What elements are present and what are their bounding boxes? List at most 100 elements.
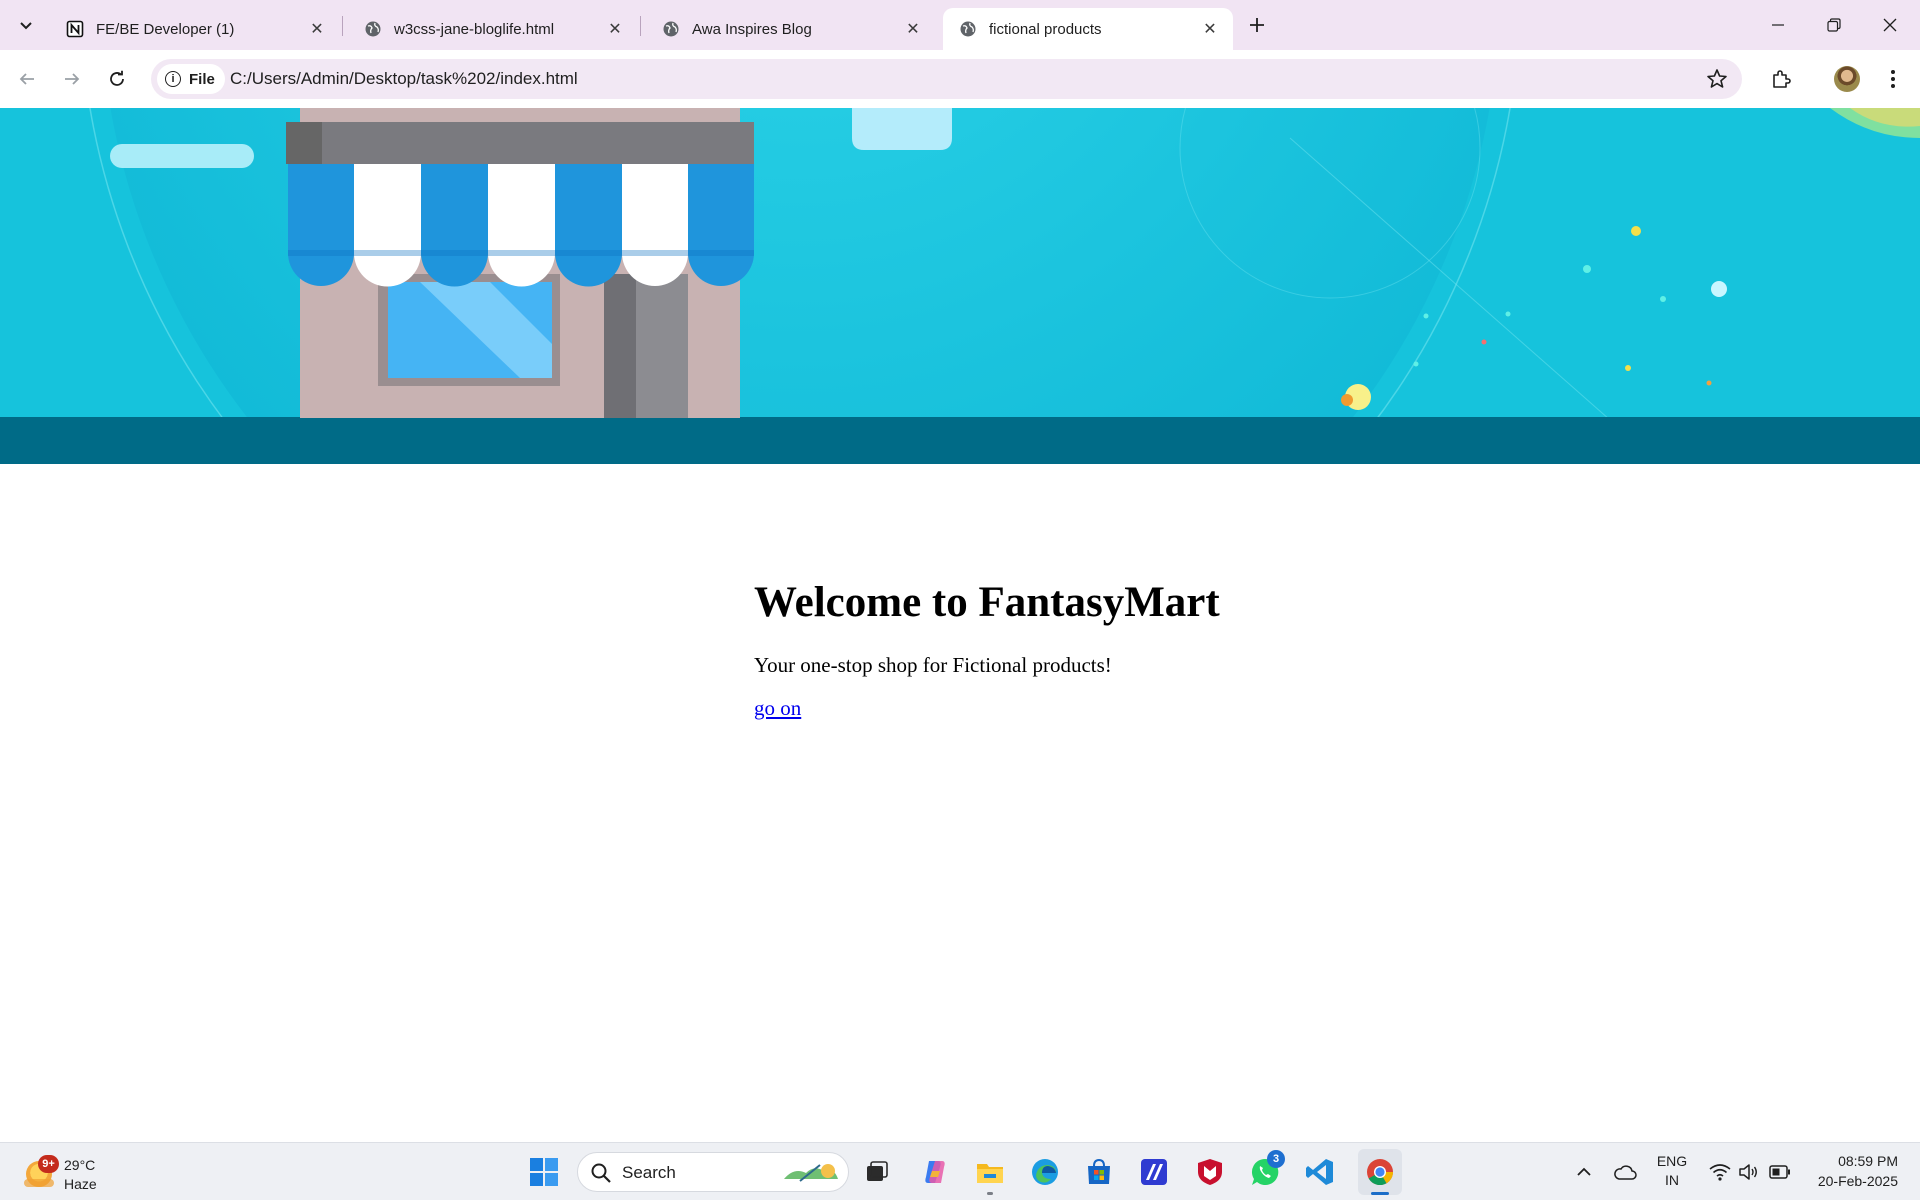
tab-search-button[interactable] xyxy=(12,12,40,38)
search-label: Search xyxy=(622,1163,676,1182)
whatsapp-badge: 3 xyxy=(1267,1150,1285,1168)
site-info-chip[interactable]: i File xyxy=(157,64,225,94)
plus-icon xyxy=(1250,18,1264,32)
tab-separator xyxy=(342,16,343,36)
close-icon xyxy=(1883,18,1897,32)
tab-title: FE/BE Developer (1) xyxy=(96,20,235,38)
page-tagline: Your one-stop shop for Fictional product… xyxy=(754,653,1112,677)
chrome-button[interactable] xyxy=(1358,1149,1402,1195)
copilot-icon xyxy=(925,1161,945,1183)
weather-widget[interactable]: 9+ 29°C Haze xyxy=(20,1151,130,1195)
copilot-button[interactable] xyxy=(918,1155,952,1189)
windows-logo-icon xyxy=(530,1158,558,1186)
minimize-icon xyxy=(1772,24,1784,26)
arrow-right-icon xyxy=(65,73,80,85)
reload-icon xyxy=(110,70,124,86)
vscode-button[interactable] xyxy=(1303,1155,1337,1189)
minimize-button[interactable] xyxy=(1750,0,1806,50)
store-icon xyxy=(1088,1158,1110,1184)
start-button[interactable] xyxy=(527,1155,561,1189)
microsoft-store-button[interactable] xyxy=(1082,1155,1116,1189)
close-tab-icon[interactable]: ✕ xyxy=(606,20,624,38)
wifi-icon xyxy=(1709,1164,1731,1181)
banner-image xyxy=(0,108,1920,464)
folder-icon xyxy=(977,1164,1003,1183)
profile-button[interactable] xyxy=(1830,62,1864,96)
reload-button[interactable] xyxy=(100,62,134,96)
tab-title: w3css-jane-bloglife.html xyxy=(394,20,555,38)
system-clock[interactable]: 08:59 PM 20-Feb-2025 xyxy=(1818,1151,1898,1191)
language-code: ENG xyxy=(1656,1153,1688,1169)
battery-icon xyxy=(1769,1165,1790,1179)
avatar xyxy=(1834,66,1860,92)
power-automate-icon xyxy=(1141,1159,1167,1185)
clock-time: 08:59 PM xyxy=(1838,1153,1898,1169)
tab-title: Awa Inspires Blog xyxy=(692,20,812,38)
search-highlight-icon xyxy=(784,1164,838,1182)
tab-awa-inspires-blog[interactable]: Awa Inspires Blog ✕ xyxy=(646,8,936,50)
back-button[interactable] xyxy=(10,62,44,96)
file-explorer-button[interactable] xyxy=(973,1155,1007,1189)
globe-icon xyxy=(662,20,680,38)
url-text[interactable]: C:/Users/Admin/Desktop/task%202/index.ht… xyxy=(230,69,578,89)
tab-strip: FE/BE Developer (1) ✕ w3css-jane-bloglif… xyxy=(0,0,1920,50)
globe-icon xyxy=(364,20,382,38)
haze-icon xyxy=(24,1179,54,1187)
more-vert-icon xyxy=(1891,70,1895,88)
bookmark-star-icon[interactable] xyxy=(1706,68,1728,90)
browser-toolbar: i File C:/Users/Admin/Desktop/task%202/i… xyxy=(0,50,1920,108)
info-icon: i xyxy=(165,71,181,87)
show-hidden-icons-button[interactable] xyxy=(1567,1155,1601,1189)
globe-icon xyxy=(959,20,977,38)
taskbar-search[interactable]: Search xyxy=(577,1152,849,1192)
page-viewport: Welcome to FantasyMart Your one-stop sho… xyxy=(0,108,1920,1142)
clock-date: 20-Feb-2025 xyxy=(1817,1173,1898,1189)
close-window-button[interactable] xyxy=(1862,0,1918,50)
running-indicator xyxy=(987,1192,993,1195)
edge-icon xyxy=(1032,1159,1058,1185)
arrow-left-icon xyxy=(19,73,34,85)
restore-icon xyxy=(1827,18,1841,32)
speaker-icon xyxy=(1739,1164,1757,1180)
restore-button[interactable] xyxy=(1806,0,1862,50)
close-tab-icon[interactable]: ✕ xyxy=(904,20,922,38)
chrome-icon xyxy=(1367,1159,1394,1186)
chevron-up-icon xyxy=(1577,1167,1591,1176)
tab-fictional-products[interactable]: fictional products ✕ xyxy=(943,8,1233,50)
notification-badge: 9+ xyxy=(38,1155,59,1173)
tab-fe-be-developer[interactable]: FE/BE Developer (1) ✕ xyxy=(50,8,340,50)
tab-separator xyxy=(640,16,641,36)
chevron-down-icon xyxy=(20,22,32,30)
puzzle-icon xyxy=(1773,70,1791,88)
onedrive-button[interactable] xyxy=(1608,1155,1642,1189)
power-automate-button[interactable] xyxy=(1137,1155,1171,1189)
edge-button[interactable] xyxy=(1028,1155,1062,1189)
tab-w3css-jane-bloglife[interactable]: w3css-jane-bloglife.html ✕ xyxy=(348,8,638,50)
task-view-icon xyxy=(867,1161,888,1181)
new-tab-button[interactable] xyxy=(1243,12,1271,38)
mcafee-button[interactable] xyxy=(1193,1155,1227,1189)
browser-menu-button[interactable] xyxy=(1876,62,1910,96)
task-view-button[interactable] xyxy=(860,1155,894,1189)
extensions-button[interactable] xyxy=(1764,62,1798,96)
go-on-link[interactable]: go on xyxy=(754,696,801,721)
address-bar[interactable]: i File C:/Users/Admin/Desktop/task%202/i… xyxy=(151,59,1742,99)
language-indicator[interactable]: ENG IN xyxy=(1650,1152,1694,1190)
storefront-illustration xyxy=(0,108,1920,464)
active-app-indicator xyxy=(1371,1192,1389,1195)
weather-temperature: 29°C xyxy=(64,1157,96,1173)
page-title: Welcome to FantasyMart xyxy=(754,579,1220,626)
battery-button[interactable] xyxy=(1763,1155,1797,1189)
weather-condition: Haze xyxy=(64,1176,97,1192)
windows-taskbar: 9+ 29°C Haze Search 3 ENG IN 08:59 PM 20… xyxy=(0,1142,1920,1200)
region-code: IN xyxy=(1665,1172,1679,1188)
search-icon xyxy=(591,1163,611,1183)
close-tab-icon[interactable]: ✕ xyxy=(1201,20,1219,38)
site-info-label: File xyxy=(189,70,215,88)
cloud-icon xyxy=(1614,1165,1637,1180)
vscode-icon xyxy=(1306,1159,1333,1185)
forward-button[interactable] xyxy=(55,62,89,96)
notion-icon xyxy=(66,20,84,38)
close-tab-icon[interactable]: ✕ xyxy=(308,20,326,38)
volume-button[interactable] xyxy=(1731,1155,1765,1189)
